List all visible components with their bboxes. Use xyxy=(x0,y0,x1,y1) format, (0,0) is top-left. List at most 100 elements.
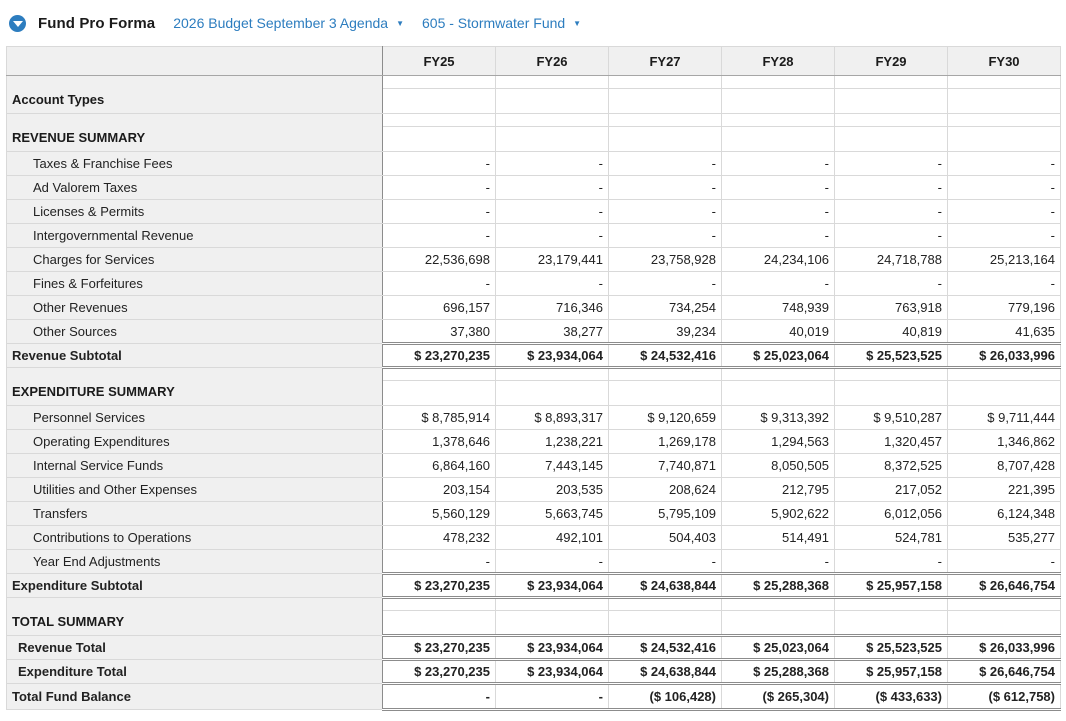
cell-personnel-services-fy29: $ 9,510,287 xyxy=(835,406,948,430)
titlebar: Fund Pro Forma 2026 Budget September 3 A… xyxy=(6,6,1060,40)
cell-total-fund-balance-fy30: ($ 612,758) xyxy=(948,684,1061,710)
cell-total-fund-balance-fy25: - xyxy=(383,684,496,710)
cell-operating-expenditures-fy25: 1,378,646 xyxy=(383,430,496,454)
row-label: Contributions to Operations xyxy=(7,526,383,550)
cell-operating-expenditures-fy27: 1,269,178 xyxy=(609,430,722,454)
cell-spacer xyxy=(722,598,835,611)
cell-revenue-subtotal-fy27: $ 24,532,416 xyxy=(609,344,722,368)
cell-ad-valorem-taxes-fy25: - xyxy=(383,176,496,200)
fund-label: 605 - Stormwater Fund xyxy=(422,15,565,31)
cell-intergovernmental-revenue-fy27: - xyxy=(609,224,722,248)
cell-fines-forfeitures-fy25: - xyxy=(383,272,496,296)
cell-total-fund-balance-fy26: - xyxy=(496,684,609,710)
cell-licenses-permits-fy30: - xyxy=(948,200,1061,224)
row-total-summary: TOTAL SUMMARY xyxy=(7,598,1061,611)
cell-internal-service-funds-fy25: 6,864,160 xyxy=(383,454,496,478)
row-label: Operating Expenditures xyxy=(7,430,383,454)
cell-revenue-summary-fy29 xyxy=(835,127,948,152)
row-label: Ad Valorem Taxes xyxy=(7,176,383,200)
cell-revenue-summary-fy28 xyxy=(722,127,835,152)
cell-utilities-and-other-expenses-fy26: 203,535 xyxy=(496,478,609,502)
cell-revenue-subtotal-fy28: $ 25,023,064 xyxy=(722,344,835,368)
cell-revenue-summary-fy27 xyxy=(609,127,722,152)
row-label: Licenses & Permits xyxy=(7,200,383,224)
caret-down-icon: ▼ xyxy=(573,18,581,28)
cell-spacer xyxy=(835,114,948,127)
cell-expenditure-subtotal-fy25: $ 23,270,235 xyxy=(383,574,496,598)
row-taxes-franchise-fees: Taxes & Franchise Fees------ xyxy=(7,152,1061,176)
row-intergovernmental-revenue: Intergovernmental Revenue------ xyxy=(7,224,1061,248)
cell-taxes-franchise-fees-fy27: - xyxy=(609,152,722,176)
cell-year-end-adjustments-fy27: - xyxy=(609,550,722,574)
cell-taxes-franchise-fees-fy26: - xyxy=(496,152,609,176)
cell-revenue-subtotal-fy29: $ 25,523,525 xyxy=(835,344,948,368)
cell-personnel-services-fy28: $ 9,313,392 xyxy=(722,406,835,430)
column-header-fy29: FY29 xyxy=(835,47,948,76)
cell-year-end-adjustments-fy25: - xyxy=(383,550,496,574)
budget-version-label: 2026 Budget September 3 Agenda xyxy=(173,15,388,31)
budget-version-dropdown[interactable]: 2026 Budget September 3 Agenda ▼ xyxy=(173,15,404,31)
cell-expenditure-subtotal-fy26: $ 23,934,064 xyxy=(496,574,609,598)
cell-transfers-fy28: 5,902,622 xyxy=(722,502,835,526)
row-label: Charges for Services xyxy=(7,248,383,272)
cell-contributions-to-operations-fy30: 535,277 xyxy=(948,526,1061,550)
cell-year-end-adjustments-fy29: - xyxy=(835,550,948,574)
cell-total-fund-balance-fy29: ($ 433,633) xyxy=(835,684,948,710)
table-header: FY25FY26FY27FY28FY29FY30 xyxy=(7,47,1061,76)
cell-total-summary-fy27 xyxy=(609,611,722,636)
cell-personnel-services-fy26: $ 8,893,317 xyxy=(496,406,609,430)
cell-account-types-fy29 xyxy=(835,89,948,114)
row-revenue-subtotal: Revenue Subtotal$ 23,270,235$ 23,934,064… xyxy=(7,344,1061,368)
cell-operating-expenditures-fy26: 1,238,221 xyxy=(496,430,609,454)
cell-spacer xyxy=(496,598,609,611)
cell-ad-valorem-taxes-fy26: - xyxy=(496,176,609,200)
cell-taxes-franchise-fees-fy30: - xyxy=(948,152,1061,176)
cell-other-revenues-fy30: 779,196 xyxy=(948,296,1061,320)
cell-total-fund-balance-fy27: ($ 106,428) xyxy=(609,684,722,710)
cell-other-revenues-fy28: 748,939 xyxy=(722,296,835,320)
row-label: REVENUE SUMMARY xyxy=(7,114,383,152)
cell-fines-forfeitures-fy26: - xyxy=(496,272,609,296)
row-label: Total Fund Balance xyxy=(7,684,383,710)
cell-other-revenues-fy26: 716,346 xyxy=(496,296,609,320)
fund-dropdown[interactable]: 605 - Stormwater Fund ▼ xyxy=(422,15,581,31)
cell-personnel-services-fy30: $ 9,711,444 xyxy=(948,406,1061,430)
cell-spacer xyxy=(722,76,835,89)
cell-contributions-to-operations-fy27: 504,403 xyxy=(609,526,722,550)
column-header-fy27: FY27 xyxy=(609,47,722,76)
cell-transfers-fy30: 6,124,348 xyxy=(948,502,1061,526)
cell-licenses-permits-fy28: - xyxy=(722,200,835,224)
cell-total-summary-fy29 xyxy=(835,611,948,636)
row-operating-expenditures: Operating Expenditures1,378,6461,238,221… xyxy=(7,430,1061,454)
cell-personnel-services-fy25: $ 8,785,914 xyxy=(383,406,496,430)
cell-expenditure-subtotal-fy30: $ 26,646,754 xyxy=(948,574,1061,598)
cell-charges-for-services-fy27: 23,758,928 xyxy=(609,248,722,272)
cell-spacer xyxy=(948,76,1061,89)
row-expenditure-total: Expenditure Total$ 23,270,235$ 23,934,06… xyxy=(7,660,1061,684)
cell-expenditure-summary-fy25 xyxy=(383,381,496,406)
row-licenses-permits: Licenses & Permits------ xyxy=(7,200,1061,224)
column-header-fy28: FY28 xyxy=(722,47,835,76)
cell-transfers-fy27: 5,795,109 xyxy=(609,502,722,526)
collapse-section-button[interactable] xyxy=(9,15,26,32)
cell-intergovernmental-revenue-fy25: - xyxy=(383,224,496,248)
row-revenue-summary: REVENUE SUMMARY xyxy=(7,114,1061,127)
row-label: Intergovernmental Revenue xyxy=(7,224,383,248)
cell-other-sources-fy29: 40,819 xyxy=(835,320,948,344)
row-account-types: Account Types xyxy=(7,76,1061,89)
cell-revenue-total-fy26: $ 23,934,064 xyxy=(496,636,609,660)
cell-utilities-and-other-expenses-fy25: 203,154 xyxy=(383,478,496,502)
cell-internal-service-funds-fy27: 7,740,871 xyxy=(609,454,722,478)
cell-contributions-to-operations-fy29: 524,781 xyxy=(835,526,948,550)
cell-total-fund-balance-fy28: ($ 265,304) xyxy=(722,684,835,710)
row-expenditure-subtotal: Expenditure Subtotal$ 23,270,235$ 23,934… xyxy=(7,574,1061,598)
cell-account-types-fy27 xyxy=(609,89,722,114)
cell-intergovernmental-revenue-fy29: - xyxy=(835,224,948,248)
cell-utilities-and-other-expenses-fy27: 208,624 xyxy=(609,478,722,502)
row-label: Revenue Subtotal xyxy=(7,344,383,368)
cell-spacer xyxy=(948,114,1061,127)
cell-total-summary-fy28 xyxy=(722,611,835,636)
cell-spacer xyxy=(835,368,948,381)
cell-transfers-fy25: 5,560,129 xyxy=(383,502,496,526)
row-revenue-total: Revenue Total$ 23,270,235$ 23,934,064$ 2… xyxy=(7,636,1061,660)
